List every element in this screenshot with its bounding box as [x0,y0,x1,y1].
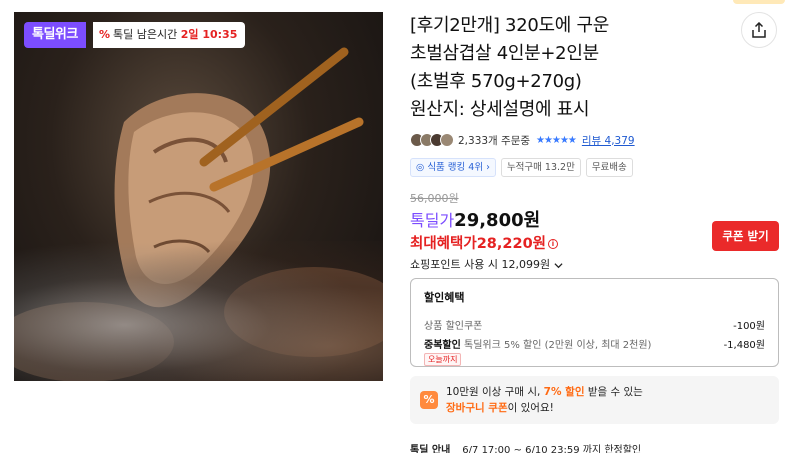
discount-amount: -1,480원 [723,340,765,351]
product-image[interactable]: 톡딜위크 % 톡딜 남은시간 2일 10:35 [14,12,383,381]
get-coupon-button[interactable]: 쿠폰 받기 [712,221,779,251]
discount-amount: -100원 [733,321,765,332]
star-rating-icon: ★★★★★ [536,134,577,146]
cumulative-purchase-chip: 누적구매 13.2만 [500,158,581,177]
deal-week-badge: 톡딜위크 [24,22,86,48]
max-benefit-price: 최대혜택가28,220원 i [410,232,558,253]
max-price-label: 최대혜택가 [410,236,477,252]
review-row: 2,333개 주문중 ★★★★★ 리뷰 4,379 [410,130,635,150]
percent-icon: % [99,28,111,41]
product-title: [후기2만개] 320도에 구운 초벌삼겹살 4인분+2인분 (초벌후 570g… [410,12,710,124]
deal-notice-label: 톡딜 안내 [410,445,451,453]
cart-coupon-text: 10만원 이상 구매 시, 7% 할인 받을 수 있는 장바구니 쿠폰이 있어요… [446,384,643,416]
until-today-tag: 오늘까지 [424,353,462,366]
product-chips: ◎ 식품 랭킹 4위 › 누적구매 13.2만 무료배송 [410,158,633,177]
banner-text: 10만원 이상 구매 시, [446,386,544,398]
deal-price-label: 톡딜가 [410,211,455,230]
percent-coupon-icon: % [420,391,438,409]
discount-benefits-box: 할인혜택 상품 할인쿠폰 -100원 중복할인 톡딜위크 5% 할인 (2만원 … [410,278,779,367]
ranking-chip-label: 식품 랭킹 4위 [427,162,484,173]
discount-header: 할인혜택 [424,291,465,304]
order-count: 2,333개 주문중 [458,134,531,147]
title-line: (초벌후 570g+270g) [410,71,582,92]
shopping-points-toggle[interactable]: 쇼핑포인트 사용 시 12,099원 [410,256,563,272]
max-price-value: 28,220원 [476,236,546,252]
buyer-avatars [410,133,454,147]
title-line: [후기2만개] 320도에 구운 [410,15,609,36]
ranking-chip[interactable]: ◎ 식품 랭킹 4위 › [410,158,496,177]
share-icon [752,22,766,38]
banner-highlight: 장바구니 쿠폰 [446,402,508,414]
deal-notice: 톡딜 안내 6/7 17:00 ~ 6/10 23:59 까지 한정할인 [410,441,641,453]
discount-label-bold: 중복할인 [424,340,461,351]
deal-price: 톡딜가29,800원 [410,206,540,232]
deal-price-value: 29,800원 [454,210,541,231]
shopping-points-text: 쇼핑포인트 사용 시 12,099원 [410,258,551,271]
discount-label: 상품 할인쿠폰 [424,321,483,332]
deal-timer-badge: % 톡딜 남은시간 2일 10:35 [93,22,246,48]
banner-highlight: 7% 할인 [543,386,585,398]
discount-label: 톡딜위크 5% 할인 (2만원 이상, 최대 2천원) [464,340,652,351]
title-line: 원산지: 상세설명에 표시 [410,99,590,120]
timer-value: 2일 10:35 [180,28,238,41]
discount-row: 상품 할인쿠폰 -100원 [424,317,765,332]
smoke-overlay [14,241,383,381]
deal-notice-text: 6/7 17:00 ~ 6/10 23:59 까지 한정할인 [462,445,642,453]
free-shipping-chip: 무료배송 [585,158,633,177]
banner-text: 이 있어요! [507,402,554,414]
banner-text: 받을 수 있는 [584,386,643,398]
cart-coupon-banner[interactable]: % 10만원 이상 구매 시, 7% 할인 받을 수 있는 장바구니 쿠폰이 있… [410,376,779,424]
review-count-link[interactable]: 리뷰 4,379 [582,133,635,148]
discount-row: 중복할인 톡딜위크 5% 할인 (2만원 이상, 최대 2천원) -1,480원 [424,336,765,351]
share-button[interactable] [741,12,777,48]
title-line: 초벌삼겹살 4인분+2인분 [410,43,599,64]
info-icon[interactable]: i [548,239,558,249]
top-tab-decoration [733,0,785,4]
timer-label: 톡딜 남은시간 [113,28,178,41]
chevron-down-icon [554,262,563,268]
avatar [440,133,454,147]
original-price: 56,000원 [410,192,459,205]
